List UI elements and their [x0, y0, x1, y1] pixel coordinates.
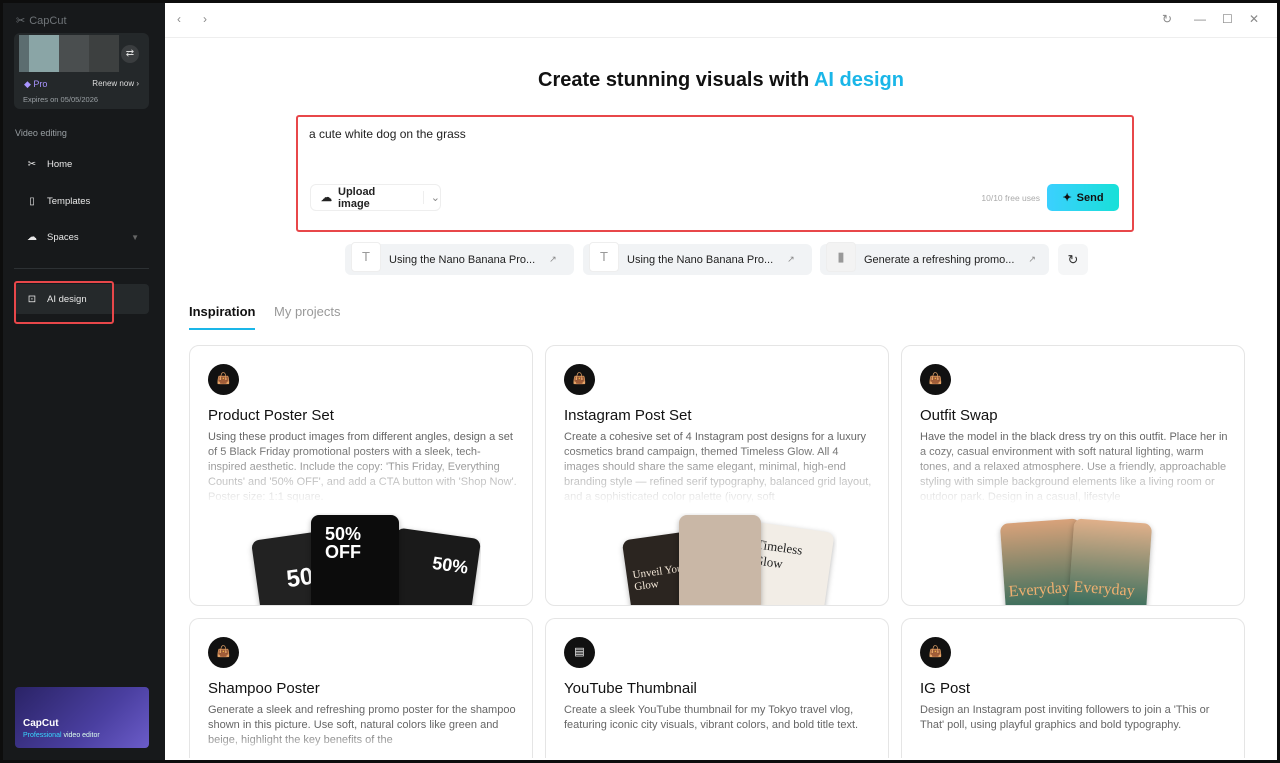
expiry-text: Expires on 05/05/2026 [23, 95, 99, 104]
tab-inspiration[interactable]: Inspiration [189, 304, 256, 330]
arrow-icon: ↗ [1028, 254, 1036, 264]
sidebar-item-home[interactable]: ✂ Home [14, 149, 149, 179]
templates-icon: ▯ [29, 195, 35, 207]
section-label: Video editing [15, 128, 67, 138]
avatar [19, 35, 119, 72]
inspiration-card[interactable]: ▤ YouTube Thumbnail Create a sleek YouTu… [545, 618, 889, 758]
scissors-icon: ✂ [27, 158, 37, 170]
text-icon: T [589, 241, 619, 272]
main-panel: ‹ › ↻ — ☐ ✕ Create stunning visuals with… [165, 3, 1277, 760]
bag-icon: 👜 [208, 637, 239, 668]
maximize-icon[interactable]: ☐ [1222, 12, 1233, 26]
inspiration-card[interactable]: 👜 Outfit Swap Have the model in the blac… [901, 345, 1245, 606]
divider [14, 268, 149, 269]
reload-icon[interactable]: ↻ [1162, 12, 1172, 26]
refresh-suggestions-button[interactable]: ↻ [1058, 244, 1088, 275]
chevron-down-icon: ▼ [131, 232, 139, 242]
shampoo-thumbnail: ▮ [826, 241, 856, 272]
inspiration-card[interactable]: 👜 Shampoo Poster Generate a sleek and re… [189, 618, 533, 758]
chevron-down-icon[interactable]: ⌄ [422, 191, 440, 204]
logo-icon: ✂ [16, 15, 26, 27]
inspiration-card[interactable]: 👜 Product Poster Set Using these product… [189, 345, 533, 606]
upload-image-button[interactable]: ☁ Upload image ⌄ [310, 184, 441, 211]
prompt-input[interactable]: a cute white dog on the grass [309, 127, 466, 141]
text-icon: T [351, 241, 381, 272]
promo-banner[interactable]: CapCut Professional video editor [15, 687, 149, 748]
upload-cloud-icon: ☁ [321, 192, 332, 204]
bag-icon: 👜 [208, 364, 239, 395]
poster-preview: Unveil Your Glow Timeless Glow [597, 513, 837, 605]
document-icon: ▤ [564, 637, 595, 668]
sidebar-item-ai-design[interactable]: ⊡ AI design [14, 284, 149, 314]
close-icon[interactable]: ✕ [1249, 12, 1259, 26]
arrow-icon: ↗ [549, 254, 557, 264]
pro-badge: ◆ Pro [24, 79, 48, 89]
suggestion-chip[interactable]: ▮ Generate a refreshing promo... ↗ [820, 241, 1049, 275]
free-uses: 10/10 free uses [981, 193, 1040, 203]
image-sparkle-icon: ⊡ [27, 293, 37, 305]
forward-icon[interactable]: › [203, 12, 207, 26]
back-icon[interactable]: ‹ [177, 12, 181, 26]
minimize-icon[interactable]: — [1194, 12, 1206, 26]
sidebar: ✂ CapCut ⇄ ◆ Pro Renew now › Expires on 0… [3, 3, 165, 760]
bag-icon: 👜 [564, 364, 595, 395]
tab-my-projects[interactable]: My projects [274, 304, 340, 319]
switch-account-icon[interactable]: ⇄ [121, 45, 139, 63]
cloud-icon: ☁ [27, 231, 37, 243]
send-button[interactable]: ✦ Send [1047, 184, 1119, 211]
prompt-box[interactable]: a cute white dog on the grass ☁ Upload im… [298, 117, 1132, 231]
outfit-preview: Everyday Everyday [953, 513, 1193, 605]
poster-preview: 50 50% OFF 50% [241, 513, 481, 605]
title-bar: ‹ › ↻ — ☐ ✕ [165, 3, 1277, 38]
capcut-logo: ✂ CapCut [16, 14, 67, 28]
sparkle-icon: ✦ [1062, 192, 1072, 204]
bag-icon: 👜 [920, 364, 951, 395]
page-title: Create stunning visuals with AI design [538, 69, 904, 91]
account-card[interactable]: ⇄ ◆ Pro Renew now › Expires on 05/05/202… [14, 33, 149, 109]
sidebar-item-templates[interactable]: ▯ Templates [14, 186, 149, 216]
suggestion-chip[interactable]: T Using the Nano Banana Pro... ↗ [583, 241, 812, 275]
arrow-icon: ↗ [787, 254, 795, 264]
renew-link[interactable]: Renew now › [92, 79, 139, 88]
bag-icon: 👜 [920, 637, 951, 668]
inspiration-card[interactable]: 👜 IG Post Design an Instagram post invit… [901, 618, 1245, 758]
sidebar-item-spaces[interactable]: ☁ Spaces ▼ [14, 222, 149, 252]
inspiration-card[interactable]: 👜 Instagram Post Set Create a cohesive s… [545, 345, 889, 606]
suggestion-chip[interactable]: T Using the Nano Banana Pro... ↗ [345, 241, 574, 275]
